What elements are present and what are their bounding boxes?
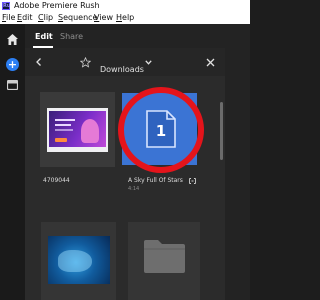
menu-sequence[interactable]: Sequence bbox=[58, 13, 97, 23]
thumbnail-text-line bbox=[55, 119, 75, 121]
menu-help[interactable]: Help bbox=[116, 13, 134, 23]
menu-view[interactable]: View bbox=[94, 13, 113, 23]
media-item-duration: 4:14 bbox=[128, 186, 140, 192]
star-icon[interactable] bbox=[80, 57, 91, 68]
media-item-name: A Sky Full Of Stars bbox=[128, 177, 183, 184]
location-dropdown[interactable]: Downloads bbox=[100, 57, 144, 74]
folder-icon bbox=[144, 240, 185, 273]
audio-waveform-icon bbox=[189, 178, 196, 184]
title-bar: Ru Adobe Premiere Rush bbox=[0, 0, 250, 12]
highlight-ring bbox=[118, 87, 204, 173]
media-item-name: 4709044 bbox=[43, 177, 70, 184]
menu-clip[interactable]: Clip bbox=[38, 13, 53, 23]
menu-file[interactable]: File bbox=[2, 13, 15, 23]
thumbnail-text-line bbox=[55, 129, 73, 131]
menu-edit-label: dit bbox=[22, 13, 33, 22]
thumbnail-button-shape bbox=[55, 138, 67, 142]
premiere-rush-logo-icon: Ru bbox=[2, 2, 11, 10]
menu-view-label: iew bbox=[99, 13, 113, 22]
chevron-down-icon[interactable] bbox=[145, 60, 152, 65]
right-panel-edge bbox=[225, 48, 250, 300]
projects-icon[interactable] bbox=[7, 80, 18, 90]
media-thumbnail bbox=[48, 236, 110, 284]
scrollbar[interactable] bbox=[220, 102, 223, 160]
tab-edit[interactable]: Edit bbox=[35, 32, 53, 42]
close-icon[interactable] bbox=[206, 58, 215, 67]
menu-file-label: ile bbox=[6, 13, 16, 22]
menu-bar: File Edit Clip Sequence View Help bbox=[0, 12, 250, 24]
tab-bar: Edit Share bbox=[25, 24, 250, 48]
media-thumbnail bbox=[47, 108, 108, 152]
menu-help-label: elp bbox=[122, 13, 135, 22]
plus-icon: + bbox=[7, 58, 18, 71]
tab-share[interactable]: Share bbox=[60, 32, 83, 42]
thumbnail-figure bbox=[81, 119, 99, 143]
menu-edit[interactable]: Edit bbox=[17, 13, 33, 23]
menu-clip-label: lip bbox=[43, 13, 54, 22]
thumbnail-artwork bbox=[49, 111, 106, 147]
thumbnail-map-shape bbox=[58, 250, 92, 272]
window-title: Adobe Premiere Rush bbox=[14, 1, 100, 10]
home-icon[interactable] bbox=[6, 33, 19, 46]
chevron-left-icon[interactable] bbox=[35, 57, 43, 67]
menu-sequence-label: equence bbox=[63, 13, 98, 22]
add-media-button[interactable]: + bbox=[6, 58, 19, 71]
thumbnail-text-line bbox=[55, 124, 71, 126]
location-label: Downloads bbox=[100, 65, 144, 74]
